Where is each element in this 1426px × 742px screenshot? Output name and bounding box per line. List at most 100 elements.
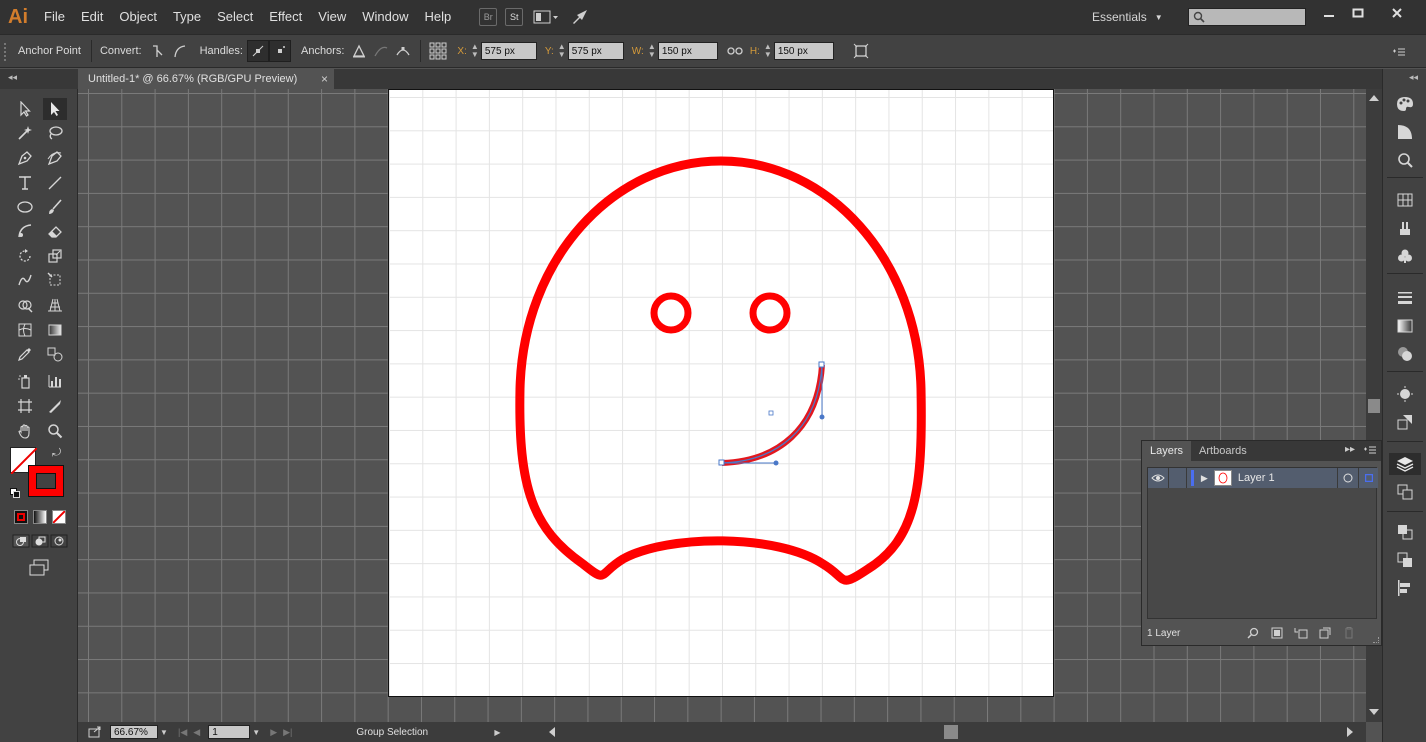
- scroll-right-arrow-icon[interactable]: [1346, 727, 1354, 740]
- last-artboard-icon[interactable]: ▶|: [283, 727, 292, 738]
- align-panel-icon[interactable]: [1393, 577, 1417, 599]
- minimize-button[interactable]: [1316, 4, 1342, 22]
- stroke-swatch[interactable]: [28, 465, 64, 497]
- zoom-input[interactable]: [110, 725, 158, 739]
- swatches-panel-icon[interactable]: [1393, 189, 1417, 211]
- mesh-tool-icon[interactable]: [13, 319, 37, 341]
- layer-name[interactable]: Layer 1: [1238, 472, 1337, 484]
- draw-behind-icon[interactable]: [31, 534, 49, 548]
- menu-effect[interactable]: Effect: [261, 0, 310, 34]
- screen-mode-icon[interactable]: [28, 559, 50, 577]
- convert-to-smooth-icon[interactable]: [168, 40, 190, 62]
- reference-point-icon[interactable]: [427, 40, 449, 62]
- cut-path-icon[interactable]: [392, 40, 414, 62]
- menu-type[interactable]: Type: [165, 0, 209, 34]
- scale-tool-icon[interactable]: [43, 245, 67, 267]
- face-outline-path[interactable]: [515, 156, 926, 585]
- gradient-mode-icon[interactable]: [33, 510, 47, 524]
- menu-file[interactable]: File: [36, 0, 73, 34]
- eyedropper-tool-icon[interactable]: [13, 343, 37, 365]
- target-circle-icon[interactable]: [1336, 468, 1359, 488]
- symbols-panel-icon[interactable]: [1393, 245, 1417, 267]
- arrange-documents-icon[interactable]: [531, 8, 561, 26]
- collapse-panel-icon[interactable]: ▸▸: [1345, 444, 1355, 455]
- convert-to-corner-icon[interactable]: [146, 40, 168, 62]
- close-document-icon[interactable]: ×: [321, 72, 328, 86]
- constrain-proportions-icon[interactable]: [724, 40, 746, 62]
- draw-inside-icon[interactable]: [50, 534, 68, 548]
- transform-panel-icon[interactable]: [1393, 521, 1417, 543]
- next-artboard-icon[interactable]: ▶: [270, 727, 277, 738]
- y-stepper[interactable]: ▲ ▼: [556, 42, 568, 60]
- hide-handles-icon[interactable]: [268, 40, 291, 62]
- menu-view[interactable]: View: [310, 0, 354, 34]
- curvature-tool-icon[interactable]: [43, 147, 67, 169]
- x-input[interactable]: [480, 42, 537, 60]
- bezier-handle-point[interactable]: [773, 460, 779, 466]
- menu-window[interactable]: Window: [354, 0, 416, 34]
- free-transform-tool-icon[interactable]: [43, 269, 67, 291]
- panel-menu-icon[interactable]: [1363, 445, 1377, 458]
- pen-tool-icon[interactable]: [13, 147, 37, 169]
- paintbrush-tool-icon[interactable]: [43, 196, 67, 218]
- menu-object[interactable]: Object: [111, 0, 165, 34]
- scroll-down-arrow-icon[interactable]: [1369, 707, 1379, 719]
- horizontal-scrollbar[interactable]: [548, 725, 1354, 739]
- maximize-button[interactable]: [1345, 4, 1371, 22]
- gradient-panel-icon[interactable]: [1393, 315, 1417, 337]
- shaper-tool-icon[interactable]: [13, 220, 37, 242]
- expand-triangle-icon[interactable]: ▶: [1194, 473, 1214, 484]
- none-mode-icon[interactable]: [52, 510, 66, 524]
- color-panel-icon[interactable]: [1393, 93, 1417, 115]
- create-new-layer-icon[interactable]: [1313, 627, 1337, 639]
- document-tab[interactable]: Untitled-1* @ 66.67% (RGB/GPU Preview) ×: [78, 69, 334, 89]
- search-input[interactable]: [1205, 10, 1300, 24]
- swap-fill-stroke-icon[interactable]: ⤾: [52, 447, 61, 460]
- hand-tool-icon[interactable]: [13, 420, 37, 442]
- cc-libraries-icon[interactable]: [1393, 149, 1417, 171]
- status-menu-arrow-icon[interactable]: ▶: [494, 728, 500, 737]
- symbol-sprayer-tool-icon[interactable]: [13, 370, 37, 392]
- w-stepper[interactable]: ▲ ▼: [646, 42, 658, 60]
- right-eye-path[interactable]: [749, 292, 791, 334]
- control-bar-grip[interactable]: [4, 43, 8, 61]
- remove-anchor-icon[interactable]: [348, 40, 370, 62]
- make-clipping-mask-icon[interactable]: [1265, 627, 1289, 639]
- shape-builder-tool-icon[interactable]: [13, 294, 37, 316]
- delete-layer-icon[interactable]: [1337, 627, 1361, 639]
- color-mode-icon[interactable]: [14, 510, 28, 524]
- type-tool-icon[interactable]: [13, 172, 37, 194]
- gradient-tool-icon[interactable]: [43, 319, 67, 341]
- brushes-panel-icon[interactable]: [1393, 217, 1417, 239]
- layers-panel-icon[interactable]: [1389, 453, 1421, 475]
- slice-tool-icon[interactable]: [43, 395, 67, 417]
- isolate-selected-icon[interactable]: [850, 40, 872, 62]
- color-guide-icon[interactable]: [1393, 121, 1417, 143]
- y-input[interactable]: [567, 42, 624, 60]
- layer-row[interactable]: ▶ Layer 1: [1148, 468, 1378, 488]
- anchor-point[interactable]: [718, 459, 725, 466]
- selection-square-icon[interactable]: [1358, 468, 1378, 488]
- close-button[interactable]: [1384, 4, 1410, 22]
- tab-layers[interactable]: Layers: [1142, 441, 1192, 461]
- transparency-panel-icon[interactable]: [1393, 343, 1417, 365]
- horizontal-scroll-thumb[interactable]: [944, 725, 958, 739]
- rotate-tool-icon[interactable]: [13, 245, 37, 267]
- left-eye-path[interactable]: [650, 292, 692, 334]
- panel-resize-grip-icon[interactable]: [1373, 637, 1379, 643]
- menu-select[interactable]: Select: [209, 0, 261, 34]
- bezier-handle-point[interactable]: [819, 414, 825, 420]
- share-icon[interactable]: [88, 726, 102, 738]
- column-graph-tool-icon[interactable]: [43, 370, 67, 392]
- locate-object-icon[interactable]: [1241, 627, 1265, 639]
- vertical-scroll-thumb[interactable]: [1368, 399, 1380, 413]
- gpu-performance-icon[interactable]: [569, 8, 591, 26]
- direct-selection-tool-icon[interactable]: [43, 98, 67, 120]
- previous-artboard-icon[interactable]: ◀: [193, 727, 200, 738]
- bridge-button[interactable]: Br: [479, 8, 498, 26]
- lasso-tool-icon[interactable]: [43, 122, 67, 144]
- appearance-panel-icon[interactable]: [1393, 383, 1417, 405]
- expand-panels-icon[interactable]: ◂◂: [1409, 72, 1418, 83]
- tab-artboards[interactable]: Artboards: [1191, 441, 1255, 461]
- perspective-grid-tool-icon[interactable]: [43, 294, 67, 316]
